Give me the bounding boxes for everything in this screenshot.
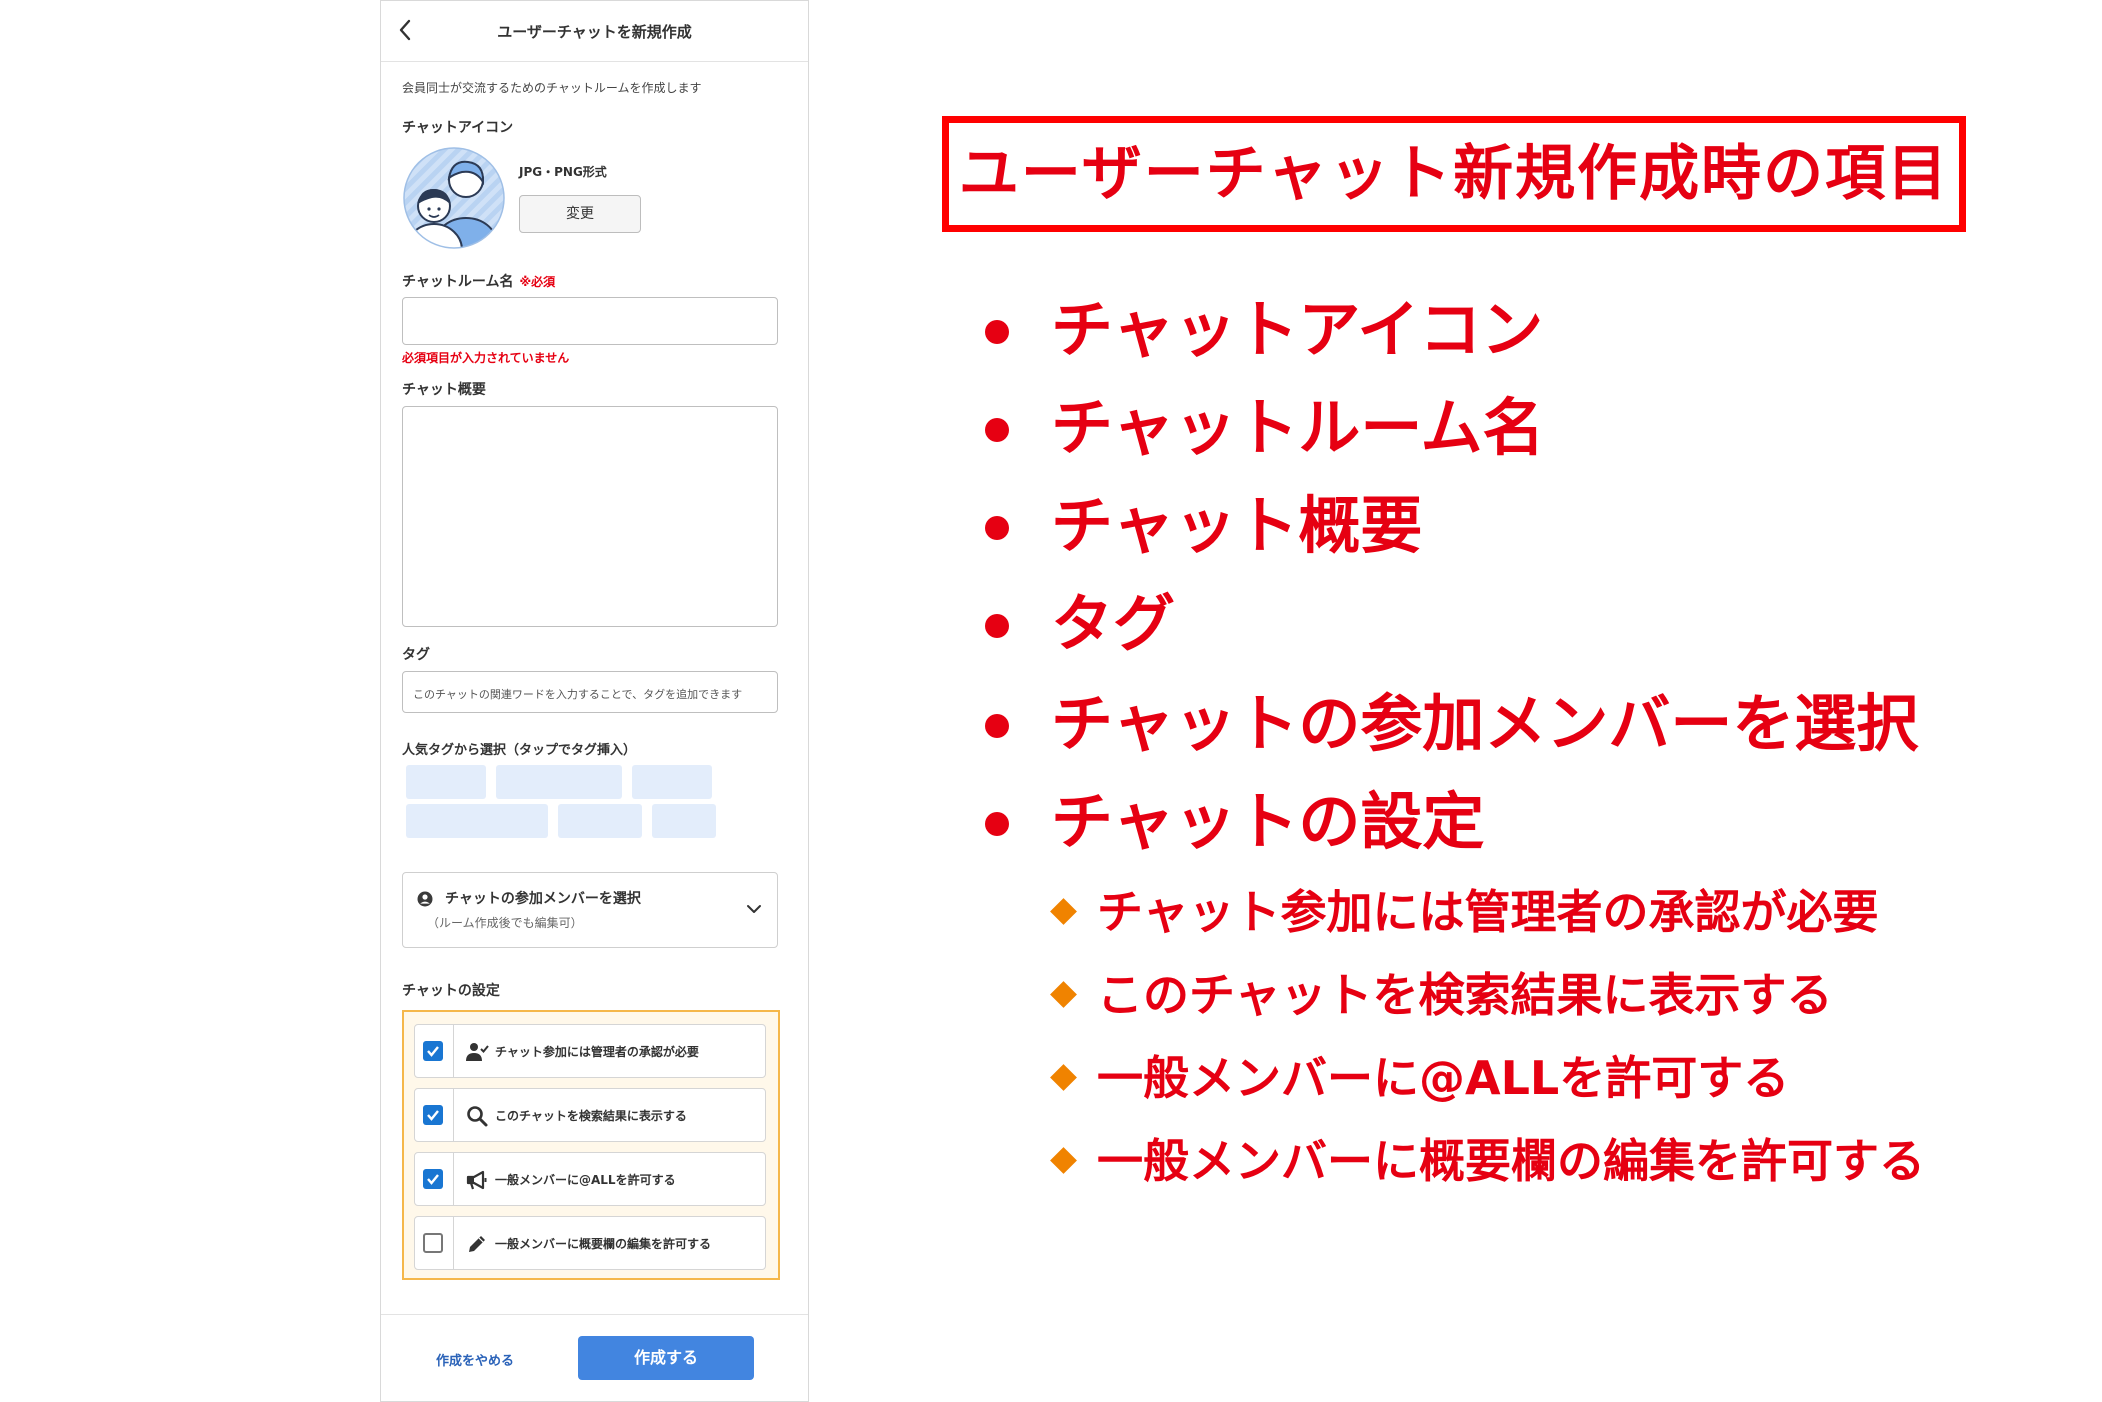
row-divider xyxy=(453,1089,454,1141)
checkbox-unchecked[interactable] xyxy=(423,1233,443,1253)
chevron-down-icon xyxy=(747,905,761,913)
check-icon xyxy=(427,1174,439,1185)
summary-textarea[interactable] xyxy=(402,406,778,627)
summary-label: チャット概要 xyxy=(402,382,486,398)
bullet-text: タグ xyxy=(1051,587,1176,660)
screen-header: ユーザーチャットを新規作成 xyxy=(381,1,808,62)
popular-tag-chip[interactable] xyxy=(406,804,548,838)
popular-tag-chip[interactable] xyxy=(652,804,716,838)
user-check-icon xyxy=(466,1043,489,1061)
row-divider xyxy=(453,1217,454,1269)
setting-label: チャット参加には管理者の承認が必要 xyxy=(495,1045,699,1059)
popular-tag-chip[interactable] xyxy=(496,765,622,799)
room-name-error: 必須項目が入力されていません xyxy=(402,351,570,365)
checkbox-checked[interactable] xyxy=(423,1169,443,1189)
setting-row-admin-approval[interactable]: チャット参加には管理者の承認が必要 xyxy=(414,1024,766,1078)
search-icon xyxy=(467,1106,488,1127)
settings-group: チャット参加には管理者の承認が必要 このチャットを検索結果に表示する 一般メンバ… xyxy=(402,1010,780,1280)
bullet-text: チャットルーム名 xyxy=(1051,391,1545,464)
popular-tag-chip[interactable] xyxy=(406,765,486,799)
check-icon xyxy=(427,1110,439,1121)
cancel-create-link[interactable]: 作成をやめる xyxy=(436,1350,514,1369)
setting-label: このチャットを検索結果に表示する xyxy=(495,1109,687,1123)
page-title: ユーザーチャットを新規作成 xyxy=(497,23,692,41)
bullet-text: チャットの参加メンバーを選択 xyxy=(1051,687,1919,760)
pencil-icon xyxy=(469,1236,485,1252)
row-divider xyxy=(453,1153,454,1205)
room-name-input[interactable] xyxy=(402,297,778,345)
intro-text: 会員同士が交流するためのチャットルームを作成します xyxy=(402,81,702,95)
diamond-bullet-icon xyxy=(1050,1064,1077,1091)
bullet-dot-icon xyxy=(985,714,1009,738)
bullet-text: チャットアイコン xyxy=(1051,293,1544,366)
setting-row-allow-all-mention[interactable]: 一般メンバーに@ALLを許可する xyxy=(414,1152,766,1206)
phone-screen: ユーザーチャットを新規作成 会員同士が交流するためのチャットルームを作成します … xyxy=(380,0,809,1402)
account-circle-icon xyxy=(417,891,433,907)
setting-label: 一般メンバーに@ALLを許可する xyxy=(495,1173,676,1187)
setting-label: 一般メンバーに概要欄の編集を許可する xyxy=(495,1237,712,1251)
row-divider xyxy=(453,1025,454,1077)
chat-icon-label: チャットアイコン xyxy=(402,120,514,136)
diamond-bullet-icon xyxy=(1050,981,1077,1008)
member-select-title: チャットの参加メンバーを選択 xyxy=(445,891,641,907)
sub-bullet-text: チャット参加には管理者の承認が必要 xyxy=(1097,885,1879,939)
sub-bullet-text: 一般メンバーに概要欄の編集を許可する xyxy=(1097,1134,1925,1188)
footer-divider xyxy=(381,1314,808,1315)
diamond-bullet-icon xyxy=(1050,1147,1077,1174)
bullet-dot-icon xyxy=(985,516,1009,540)
check-icon xyxy=(427,1046,439,1057)
setting-row-search-visible[interactable]: このチャットを検索結果に表示する xyxy=(414,1088,766,1142)
checkbox-checked[interactable] xyxy=(423,1105,443,1125)
room-name-label-row: チャットルーム名 ※必須 xyxy=(402,271,555,291)
annotation-title-box: ユーザーチャット新規作成時の項目 xyxy=(942,116,1966,232)
change-icon-button[interactable]: 変更 xyxy=(519,195,641,233)
member-select-subtitle: （ルーム作成後でも編集可） xyxy=(427,916,583,930)
checkbox-checked[interactable] xyxy=(423,1041,443,1061)
tag-input-placeholder: このチャットの関連ワードを入力することで、タグを追加できます xyxy=(413,688,743,701)
bullet-text: チャットの設定 xyxy=(1051,785,1485,858)
sub-bullet-text: 一般メンバーに@ALLを許可する xyxy=(1097,1051,1790,1105)
bullet-dot-icon xyxy=(985,614,1009,638)
room-name-label: チャットルーム名 xyxy=(402,274,514,290)
bullet-text: チャット概要 xyxy=(1051,489,1423,562)
icon-format-text: JPG・PNG形式 xyxy=(519,165,607,179)
annotation-title: ユーザーチャット新規作成時の項目 xyxy=(958,139,1950,209)
required-mark: ※必須 xyxy=(519,275,556,289)
tag-input[interactable]: このチャットの関連ワードを入力することで、タグを追加できます xyxy=(402,671,778,713)
bullet-dot-icon xyxy=(985,418,1009,442)
popular-tag-chip[interactable] xyxy=(558,804,642,838)
chat-avatar-image[interactable] xyxy=(402,146,506,250)
create-button[interactable]: 作成する xyxy=(578,1336,754,1380)
popular-tags-label: 人気タグから選択（タップでタグ挿入） xyxy=(402,743,637,758)
member-select-dropdown[interactable]: チャットの参加メンバーを選択 （ルーム作成後でも編集可） xyxy=(402,872,778,948)
bullet-dot-icon xyxy=(985,812,1009,836)
setting-row-allow-summary-edit[interactable]: 一般メンバーに概要欄の編集を許可する xyxy=(414,1216,766,1270)
megaphone-icon xyxy=(466,1170,487,1190)
tag-label: タグ xyxy=(402,647,430,663)
sub-bullet-text: このチャットを検索結果に表示する xyxy=(1097,968,1833,1022)
diamond-bullet-icon xyxy=(1050,898,1077,925)
popular-tag-chip[interactable] xyxy=(632,765,712,799)
settings-label: チャットの設定 xyxy=(402,983,500,999)
bullet-dot-icon xyxy=(985,320,1009,344)
